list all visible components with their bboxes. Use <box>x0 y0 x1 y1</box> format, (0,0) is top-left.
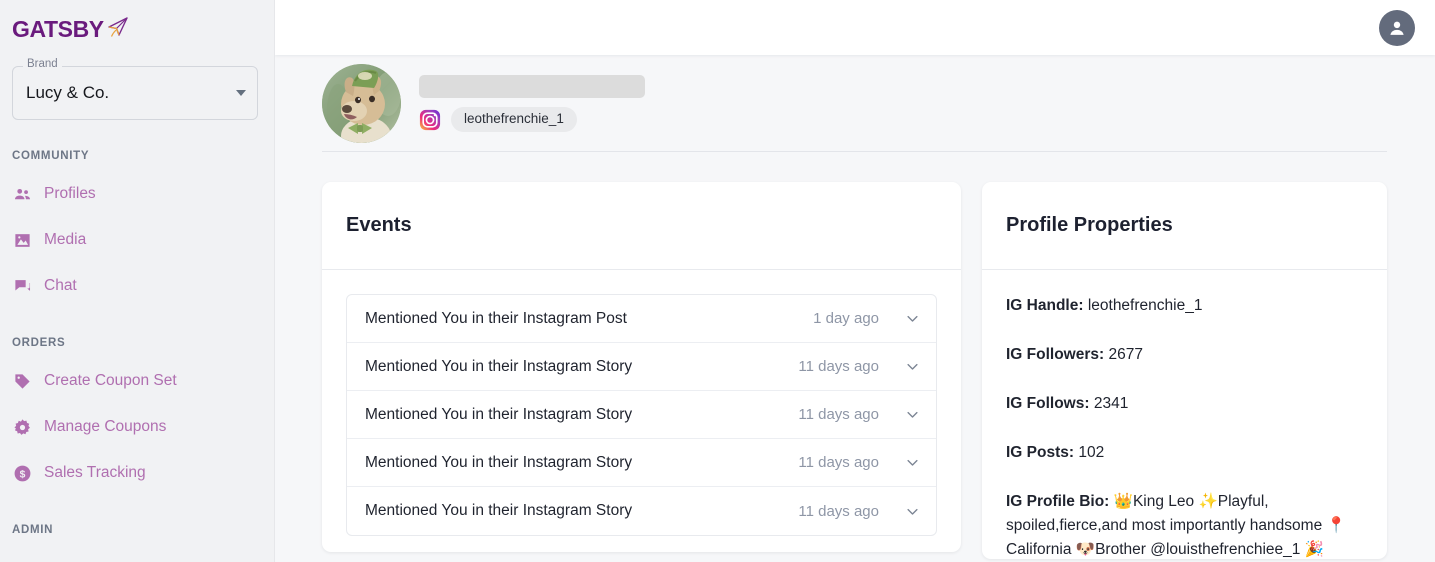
sidebar-item-manage-coupons[interactable]: Manage Coupons <box>0 413 274 441</box>
events-card-title: Events <box>346 214 412 237</box>
property-ig-followers: IG Followers: 2677 <box>1006 343 1363 367</box>
property-ig-follows: IG Follows: 2341 <box>1006 392 1363 416</box>
sidebar-item-chat[interactable]: Chat <box>0 272 274 300</box>
caret-down-icon[interactable] <box>236 90 246 96</box>
gear-icon <box>12 417 32 437</box>
property-value: 2341 <box>1090 395 1129 412</box>
events-card: Events Mentioned You in their Instagram … <box>322 182 961 552</box>
property-key: IG Follows: <box>1006 395 1090 412</box>
app-logo[interactable]: GATSBY <box>0 0 274 44</box>
tag-icon <box>12 371 32 391</box>
sidebar-section-admin: ADMIN <box>0 524 274 536</box>
profile-meta: leothefrenchie_1 <box>419 75 645 132</box>
page-content: leothefrenchie_1 Events Mentioned You in… <box>275 55 1435 562</box>
profile-handle-row: leothefrenchie_1 <box>419 107 645 132</box>
property-ig-handle: IG Handle: leothefrenchie_1 <box>1006 294 1363 318</box>
chevron-down-icon[interactable] <box>903 358 921 376</box>
property-key: IG Followers: <box>1006 346 1104 363</box>
table-row[interactable]: Mentioned You in their Instagram Story 1… <box>347 343 936 391</box>
table-row[interactable]: Mentioned You in their Instagram Post 1 … <box>347 295 936 343</box>
brand-select[interactable]: Brand Lucy & Co. <box>12 66 258 120</box>
account-circle-icon[interactable] <box>1379 10 1415 46</box>
cards-row: Events Mentioned You in their Instagram … <box>322 182 1387 559</box>
kite-icon <box>106 16 130 43</box>
profile-properties-header: Profile Properties <box>982 182 1387 270</box>
table-row[interactable]: Mentioned You in their Instagram Story 1… <box>347 487 936 535</box>
property-ig-posts: IG Posts: 102 <box>1006 441 1363 465</box>
sidebar-item-label: Chat <box>44 278 77 294</box>
main-area: leothefrenchie_1 Events Mentioned You in… <box>275 0 1435 562</box>
profile-name-placeholder <box>419 75 645 98</box>
property-key: IG Posts: <box>1006 444 1074 461</box>
sidebar-item-label: Create Coupon Set <box>44 373 177 389</box>
events-card-body: Mentioned You in their Instagram Post 1 … <box>322 270 961 552</box>
chat-bubbles-icon <box>12 276 32 296</box>
profile-properties-card: Profile Properties IG Handle: leothefren… <box>982 182 1387 559</box>
event-timestamp: 11 days ago <box>798 454 879 471</box>
event-timestamp: 1 day ago <box>813 310 879 327</box>
header-divider <box>322 151 1387 152</box>
property-ig-profile-bio: IG Profile Bio: 👑King Leo ✨Playful, spoi… <box>1006 490 1363 559</box>
dog-avatar <box>322 64 401 143</box>
event-title: Mentioned You in their Instagram Post <box>365 310 813 328</box>
chevron-down-icon[interactable] <box>903 454 921 472</box>
profile-properties-body: IG Handle: leothefrenchie_1 IG Followers… <box>982 270 1387 559</box>
logo-text: GATSBY <box>12 18 104 41</box>
chevron-down-icon[interactable] <box>903 502 921 520</box>
chevron-down-icon[interactable] <box>903 406 921 424</box>
brand-select-label: Brand <box>23 59 62 71</box>
sidebar-item-label: Manage Coupons <box>44 419 166 435</box>
sidebar: GATSBY Brand Lucy & Co. COMMUNITY <box>0 0 275 562</box>
people-group-icon <box>12 184 32 204</box>
dollar-circle-icon: $ <box>12 463 32 483</box>
event-title: Mentioned You in their Instagram Story <box>365 358 798 376</box>
event-timestamp: 11 days ago <box>798 406 879 423</box>
sidebar-item-profiles[interactable]: Profiles <box>0 180 274 208</box>
event-title: Mentioned You in their Instagram Story <box>365 454 798 472</box>
property-value: 102 <box>1074 444 1104 461</box>
sidebar-item-label: Sales Tracking <box>44 465 146 481</box>
property-key: IG Handle: <box>1006 297 1084 314</box>
instagram-icon <box>419 109 441 131</box>
sidebar-section-community: COMMUNITY <box>0 150 274 162</box>
property-key: IG Profile Bio: <box>1006 493 1109 510</box>
image-icon <box>12 230 32 250</box>
top-bar <box>275 0 1435 55</box>
sidebar-item-create-coupon-set[interactable]: Create Coupon Set <box>0 367 274 395</box>
svg-text:$: $ <box>19 469 25 480</box>
events-card-header: Events <box>322 182 961 270</box>
property-value: 2677 <box>1104 346 1143 363</box>
event-title: Mentioned You in their Instagram Story <box>365 406 798 424</box>
sidebar-item-label: Media <box>44 232 86 248</box>
sidebar-item-sales-tracking[interactable]: $ Sales Tracking <box>0 459 274 487</box>
profile-header: leothefrenchie_1 <box>322 55 1387 145</box>
event-timestamp: 11 days ago <box>798 503 879 520</box>
profile-properties-title: Profile Properties <box>1006 214 1173 237</box>
events-list: Mentioned You in their Instagram Post 1 … <box>346 294 937 536</box>
chevron-down-icon[interactable] <box>903 310 921 328</box>
event-title: Mentioned You in their Instagram Story <box>365 502 798 520</box>
table-row[interactable]: Mentioned You in their Instagram Story 1… <box>347 391 936 439</box>
instagram-handle-chip[interactable]: leothefrenchie_1 <box>451 107 577 132</box>
event-timestamp: 11 days ago <box>798 358 879 375</box>
property-value: leothefrenchie_1 <box>1084 297 1203 314</box>
table-row[interactable]: Mentioned You in their Instagram Story 1… <box>347 439 936 487</box>
sidebar-item-media[interactable]: Media <box>0 226 274 254</box>
sidebar-item-label: Profiles <box>44 186 96 202</box>
app-root: GATSBY Brand Lucy & Co. COMMUNITY <box>0 0 1435 562</box>
sidebar-section-orders: ORDERS <box>0 337 274 349</box>
brand-select-value: Lucy & Co. <box>26 83 109 103</box>
